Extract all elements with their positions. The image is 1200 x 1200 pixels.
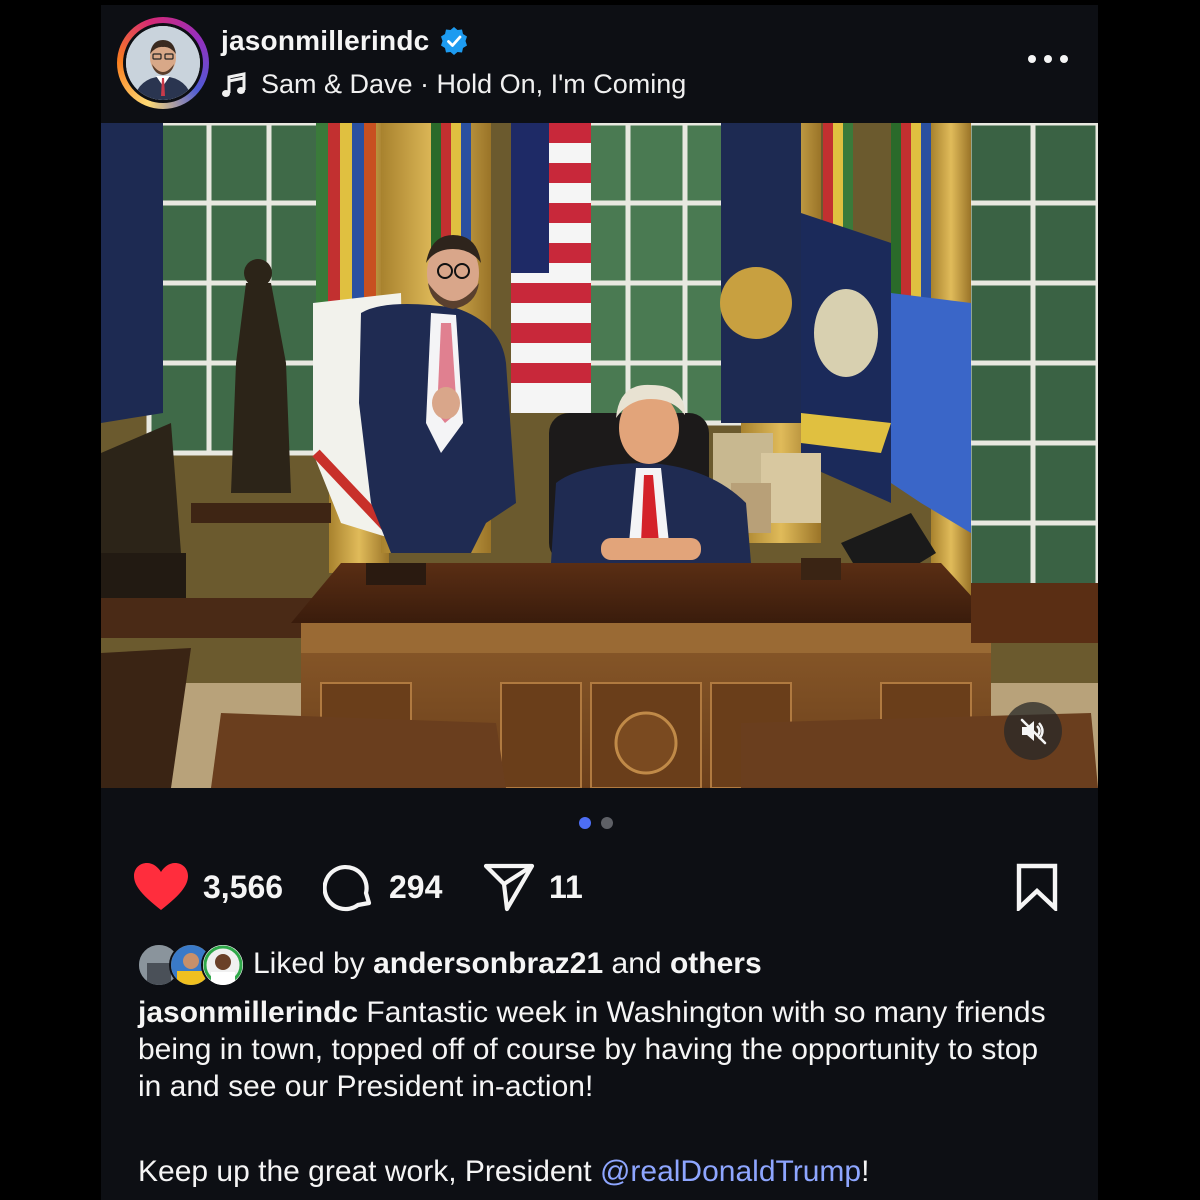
post-photo[interactable] xyxy=(101,123,1098,788)
share-button[interactable] xyxy=(483,862,535,912)
mute-toggle-button[interactable] xyxy=(1004,702,1062,760)
avatar-frame xyxy=(123,23,203,103)
post-header: jasonmillerindc Sam & Dave · Hold On, I'… xyxy=(101,5,1098,123)
save-action xyxy=(1015,855,1059,919)
like-action: 3,566 xyxy=(133,855,283,919)
send-icon xyxy=(483,863,535,912)
comment-icon xyxy=(323,864,372,912)
mention-link[interactable]: @realDonaldTrump xyxy=(600,1155,861,1188)
liker-avatar xyxy=(201,943,245,987)
verified-badge-icon xyxy=(441,27,468,55)
liked-by-prefix: Liked by xyxy=(253,947,365,980)
liked-by-and: and xyxy=(611,947,662,980)
more-options-icon[interactable] xyxy=(1028,47,1068,71)
music-note-icon xyxy=(222,71,246,97)
profile-avatar[interactable] xyxy=(117,17,209,109)
carousel-indicator xyxy=(579,817,613,829)
share-action: 11 xyxy=(483,855,583,919)
carousel-dot-active xyxy=(579,817,591,829)
caption-line-2-end: ! xyxy=(861,1155,870,1188)
share-count: 11 xyxy=(549,868,583,905)
audio-track[interactable]: Sam & Dave · Hold On, I'm Coming xyxy=(221,69,686,100)
dot xyxy=(1028,55,1036,63)
post-card: jasonmillerindc Sam & Dave · Hold On, I'… xyxy=(101,5,1098,1200)
liker-username[interactable]: andersonbraz21 xyxy=(373,947,603,980)
like-count[interactable]: 3,566 xyxy=(203,869,283,906)
liked-by-row[interactable]: Liked by andersonbraz21 and others xyxy=(137,943,762,987)
username-row: jasonmillerindc xyxy=(221,25,469,57)
carousel-dot xyxy=(601,817,613,829)
username[interactable]: jasonmillerindc xyxy=(221,25,429,57)
post-caption: jasonmillerindc Fantastic week in Washin… xyxy=(138,994,1068,1105)
comment-button[interactable] xyxy=(323,861,375,913)
action-bar: 3,566 294 11 xyxy=(101,855,1098,935)
liked-by-others[interactable]: others xyxy=(670,947,762,980)
caption-line-2-text: Keep up the great work, President xyxy=(138,1155,592,1188)
dot xyxy=(1060,55,1068,63)
caption-username[interactable]: jasonmillerindc xyxy=(138,996,358,1029)
caption-line-2: Keep up the great work, President @realD… xyxy=(138,1153,1068,1190)
speaker-muted-icon xyxy=(1020,718,1047,745)
audio-title: Sam & Dave · Hold On, I'm Coming xyxy=(261,69,687,99)
liker-avatars xyxy=(137,943,245,987)
heart-filled-icon xyxy=(134,863,188,910)
comment-count: 294 xyxy=(389,868,443,905)
dot xyxy=(1044,55,1052,63)
avatar-photo xyxy=(126,26,200,100)
save-button[interactable] xyxy=(1015,863,1059,911)
comment-action: 294 xyxy=(323,855,442,919)
liked-by-text: Liked by andersonbraz21 and others xyxy=(253,947,762,981)
bookmark-icon xyxy=(1016,863,1058,911)
like-button[interactable] xyxy=(133,862,189,912)
